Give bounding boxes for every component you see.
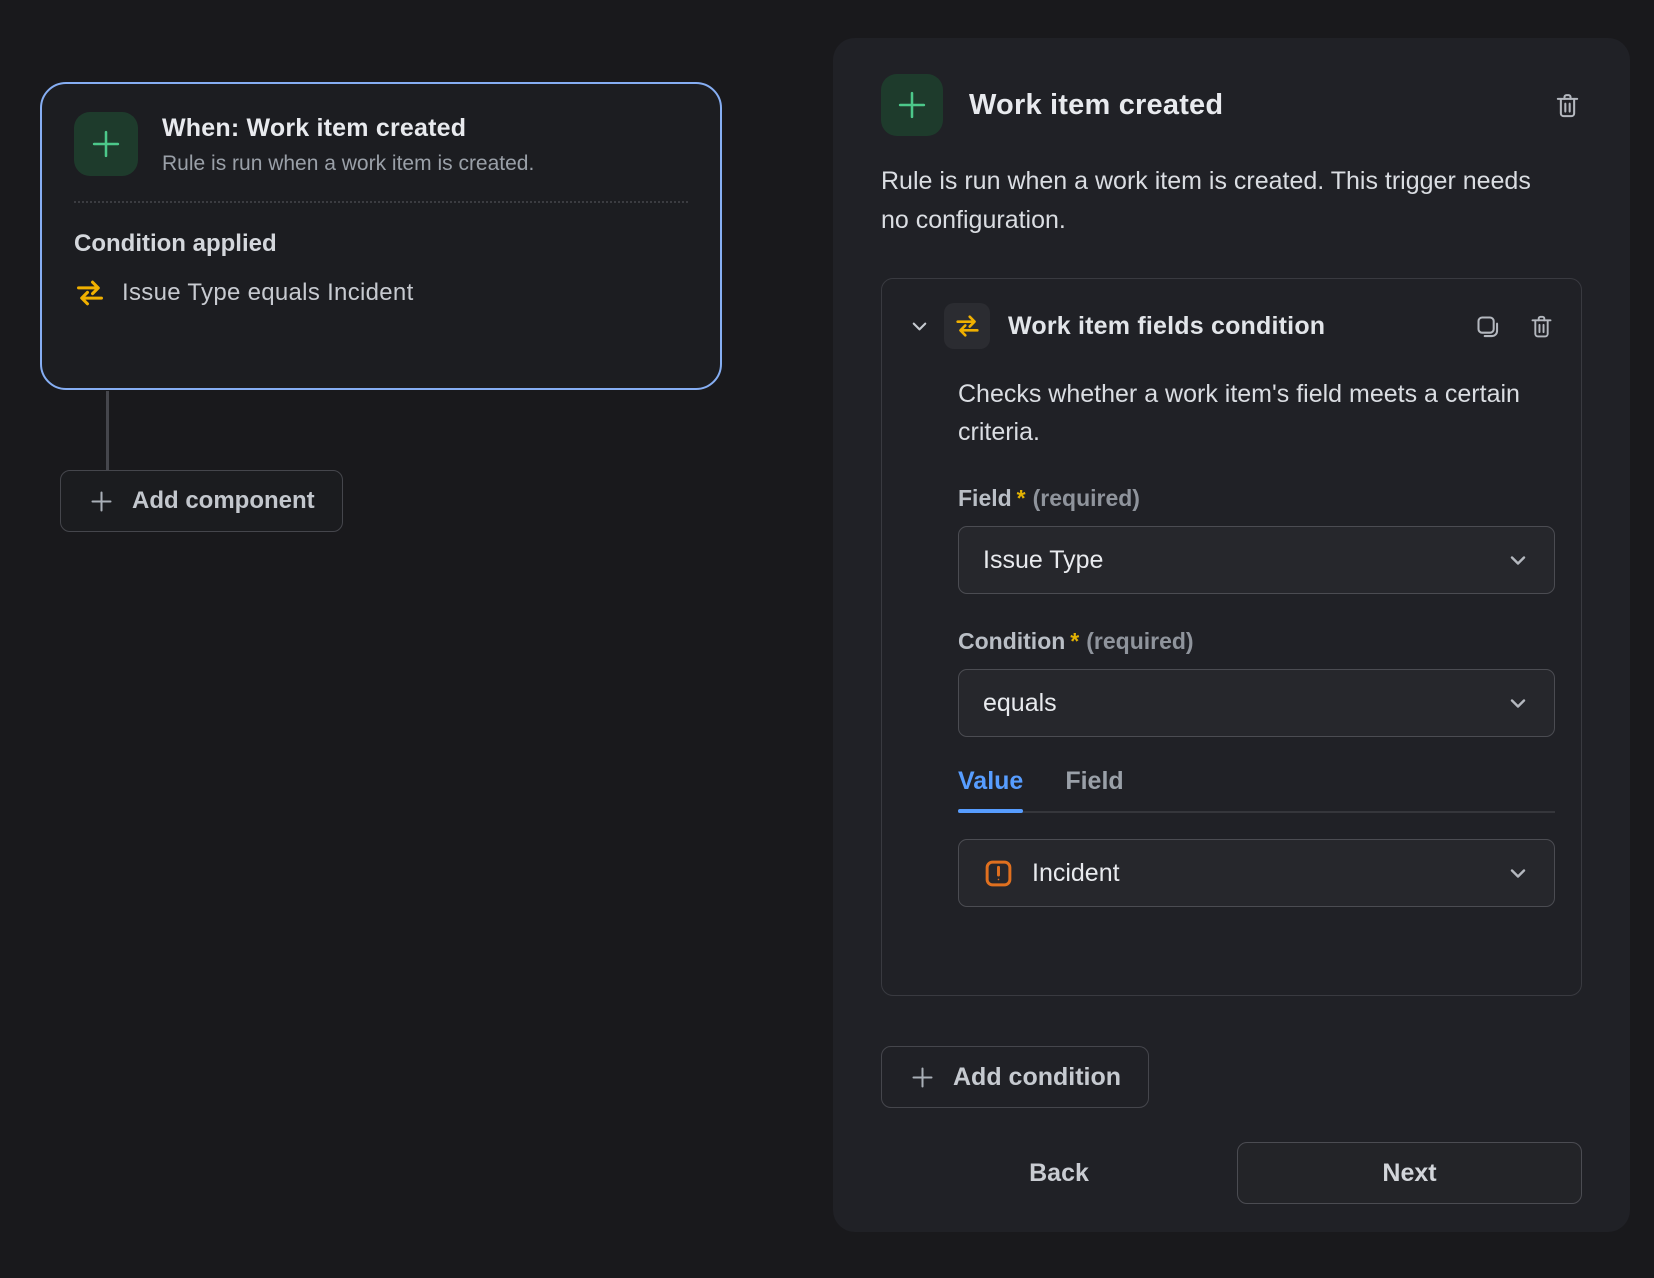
back-button[interactable]: Back	[881, 1159, 1237, 1188]
plus-icon	[909, 1064, 936, 1091]
tab-value[interactable]: Value	[958, 767, 1023, 811]
condition-description: Checks whether a work item's field meets…	[958, 375, 1520, 451]
field-label: Field* (required)	[958, 485, 1555, 512]
add-component-label: Add component	[132, 487, 315, 515]
chevron-down-icon	[1506, 548, 1530, 572]
trigger-card-title: When: Work item created	[162, 114, 534, 143]
trigger-card[interactable]: When: Work item created Rule is run when…	[40, 82, 722, 390]
condition-label: Condition* (required)	[958, 628, 1555, 655]
incident-alert-icon	[983, 858, 1014, 889]
condition-card-actions	[1474, 313, 1555, 340]
add-condition-button[interactable]: Add condition	[881, 1046, 1149, 1108]
tab-field[interactable]: Field	[1065, 767, 1123, 811]
trigger-plus-icon	[881, 74, 943, 136]
condition-select[interactable]: equals	[958, 669, 1555, 737]
field-select-value: Issue Type	[983, 546, 1506, 575]
trigger-card-texts: When: Work item created Rule is run when…	[162, 112, 534, 176]
condition-summary-row[interactable]: Issue Type equals Incident	[74, 279, 688, 307]
condition-card-body: Checks whether a work item's field meets…	[958, 375, 1555, 907]
plus-icon	[88, 488, 115, 515]
required-text: (required)	[1033, 485, 1140, 511]
delete-condition-button[interactable]	[1528, 313, 1555, 340]
trigger-card-header: When: Work item created Rule is run when…	[74, 112, 688, 176]
chevron-down-icon	[1506, 861, 1530, 885]
divider	[74, 201, 688, 203]
field-label-text: Field	[958, 485, 1012, 511]
config-panel: Work item created Rule is run when a wor…	[833, 38, 1630, 1232]
trigger-card-subtitle: Rule is run when a work item is created.	[162, 152, 534, 176]
condition-applied-heading: Condition applied	[74, 230, 688, 258]
panel-footer: Back Next	[881, 1142, 1582, 1204]
required-asterisk: *	[1017, 485, 1026, 511]
trash-icon	[1553, 91, 1582, 120]
add-condition-label: Add condition	[953, 1063, 1121, 1092]
add-component-button[interactable]: Add component	[60, 470, 343, 532]
panel-header: Work item created	[881, 74, 1582, 136]
condition-label-text: Condition	[958, 628, 1065, 654]
swap-arrows-icon	[954, 314, 981, 338]
panel-title: Work item created	[969, 89, 1527, 122]
copy-icon	[1474, 313, 1501, 340]
field-select[interactable]: Issue Type	[958, 526, 1555, 594]
chevron-down-icon	[908, 315, 931, 338]
duplicate-condition-button[interactable]	[1474, 313, 1501, 340]
condition-summary-text: Issue Type equals Incident	[122, 279, 414, 307]
delete-trigger-button[interactable]	[1553, 91, 1582, 120]
condition-select-value: equals	[983, 689, 1506, 718]
chevron-down-icon	[1506, 691, 1530, 715]
next-button[interactable]: Next	[1237, 1142, 1582, 1204]
value-select[interactable]: Incident	[958, 839, 1555, 907]
value-select-value: Incident	[1032, 859, 1488, 888]
trash-icon	[1528, 313, 1555, 340]
collapse-button[interactable]	[908, 315, 931, 338]
swap-arrows-icon	[74, 279, 106, 307]
required-asterisk: *	[1070, 628, 1079, 654]
connector-line	[106, 391, 109, 471]
trigger-plus-icon	[74, 112, 138, 176]
required-text: (required)	[1086, 628, 1193, 654]
condition-type-icon-box	[944, 303, 990, 349]
panel-description: Rule is run when a work item is created.…	[881, 162, 1553, 240]
condition-card-title: Work item fields condition	[1008, 312, 1474, 341]
condition-card: Work item fields condition	[881, 278, 1582, 996]
condition-card-header: Work item fields condition	[908, 303, 1555, 349]
value-source-tabs: Value Field	[958, 767, 1555, 813]
